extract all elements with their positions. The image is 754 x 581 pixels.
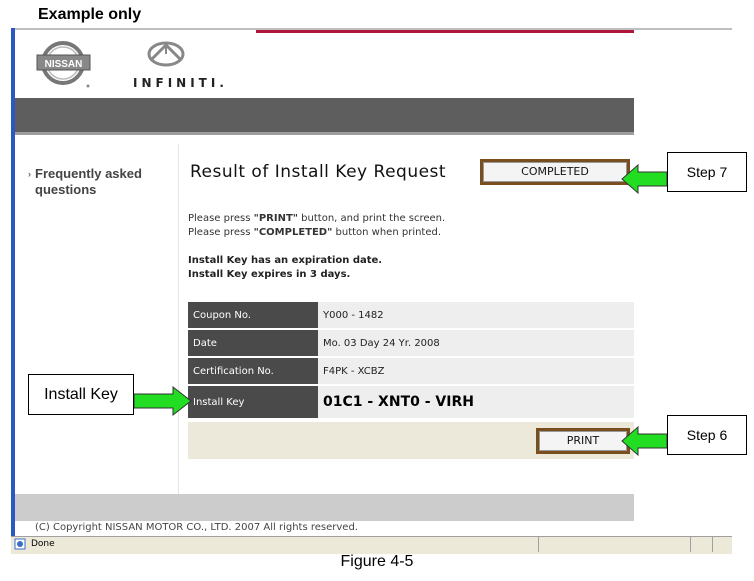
print-instructions: Please press "PRINT" button, and print t… <box>188 213 446 238</box>
page-title: Result of Install Key Request <box>190 162 447 182</box>
infiniti-wordmark: INFINITI. <box>133 76 228 90</box>
coupon-label: Coupon No. <box>188 302 318 330</box>
sidebar-item-label: Frequently asked questions <box>35 166 142 197</box>
infiniti-emblem-icon <box>147 41 185 67</box>
install-key-value: 01C1 - XNT0 - VIRH <box>318 385 634 420</box>
example-only-label: Example only <box>38 6 142 23</box>
header-band-shadow <box>15 132 634 135</box>
coupon-value: Y000 - 1482 <box>318 302 634 330</box>
status-divider <box>538 537 539 552</box>
date-label: Date <box>188 329 318 358</box>
header-band <box>15 98 634 134</box>
status-text: Done <box>31 539 55 549</box>
completed-button[interactable]: COMPLETED <box>483 162 627 182</box>
print-button[interactable]: PRINT <box>539 431 627 451</box>
copyright-text: (C) Copyright NISSAN MOTOR CO., LTD. 200… <box>35 522 358 532</box>
sidebar-divider <box>178 144 179 494</box>
status-divider <box>712 537 713 552</box>
figure-caption: Figure 4-5 <box>340 553 414 570</box>
table-row: Date Mo. 03 Day 24 Yr. 2008 <box>188 329 634 358</box>
completed-button-frame: COMPLETED <box>480 159 630 185</box>
certification-value: F4PK - XCBZ <box>318 357 634 386</box>
install-key-callout: Install Key <box>28 374 134 415</box>
status-divider <box>690 537 691 552</box>
step6-arrow-icon <box>621 425 668 457</box>
bullet-icon: › <box>28 169 31 179</box>
footer-band <box>15 494 634 521</box>
table-row: Certification No. F4PK - XCBZ <box>188 357 634 386</box>
expiration-notice: Install Key has an expiration date. Inst… <box>188 255 383 280</box>
install-key-table: Coupon No. Y000 - 1482 Date Mo. 03 Day 2… <box>188 302 634 420</box>
header-accent-bar <box>256 30 634 33</box>
install-key-label: Install Key <box>188 385 318 420</box>
step7-callout: Step 7 <box>667 152 747 192</box>
nissan-logo-text: NISSAN <box>45 59 83 70</box>
table-row: Install Key 01C1 - XNT0 - VIRH <box>188 385 634 420</box>
print-button-frame: PRINT <box>536 428 630 454</box>
certification-label: Certification No. <box>188 357 318 386</box>
step6-callout: Step 6 <box>667 415 747 455</box>
page-done-icon <box>14 538 26 550</box>
step7-arrow-icon <box>621 163 668 195</box>
install-key-arrow-icon <box>133 385 192 417</box>
table-row: Coupon No. Y000 - 1482 <box>188 302 634 330</box>
nissan-logo: NISSAN <box>36 41 91 88</box>
browser-status-bar <box>11 536 732 554</box>
sidebar-item-faq[interactable]: › Frequently asked questions <box>28 166 168 198</box>
date-value: Mo. 03 Day 24 Yr. 2008 <box>318 329 634 358</box>
